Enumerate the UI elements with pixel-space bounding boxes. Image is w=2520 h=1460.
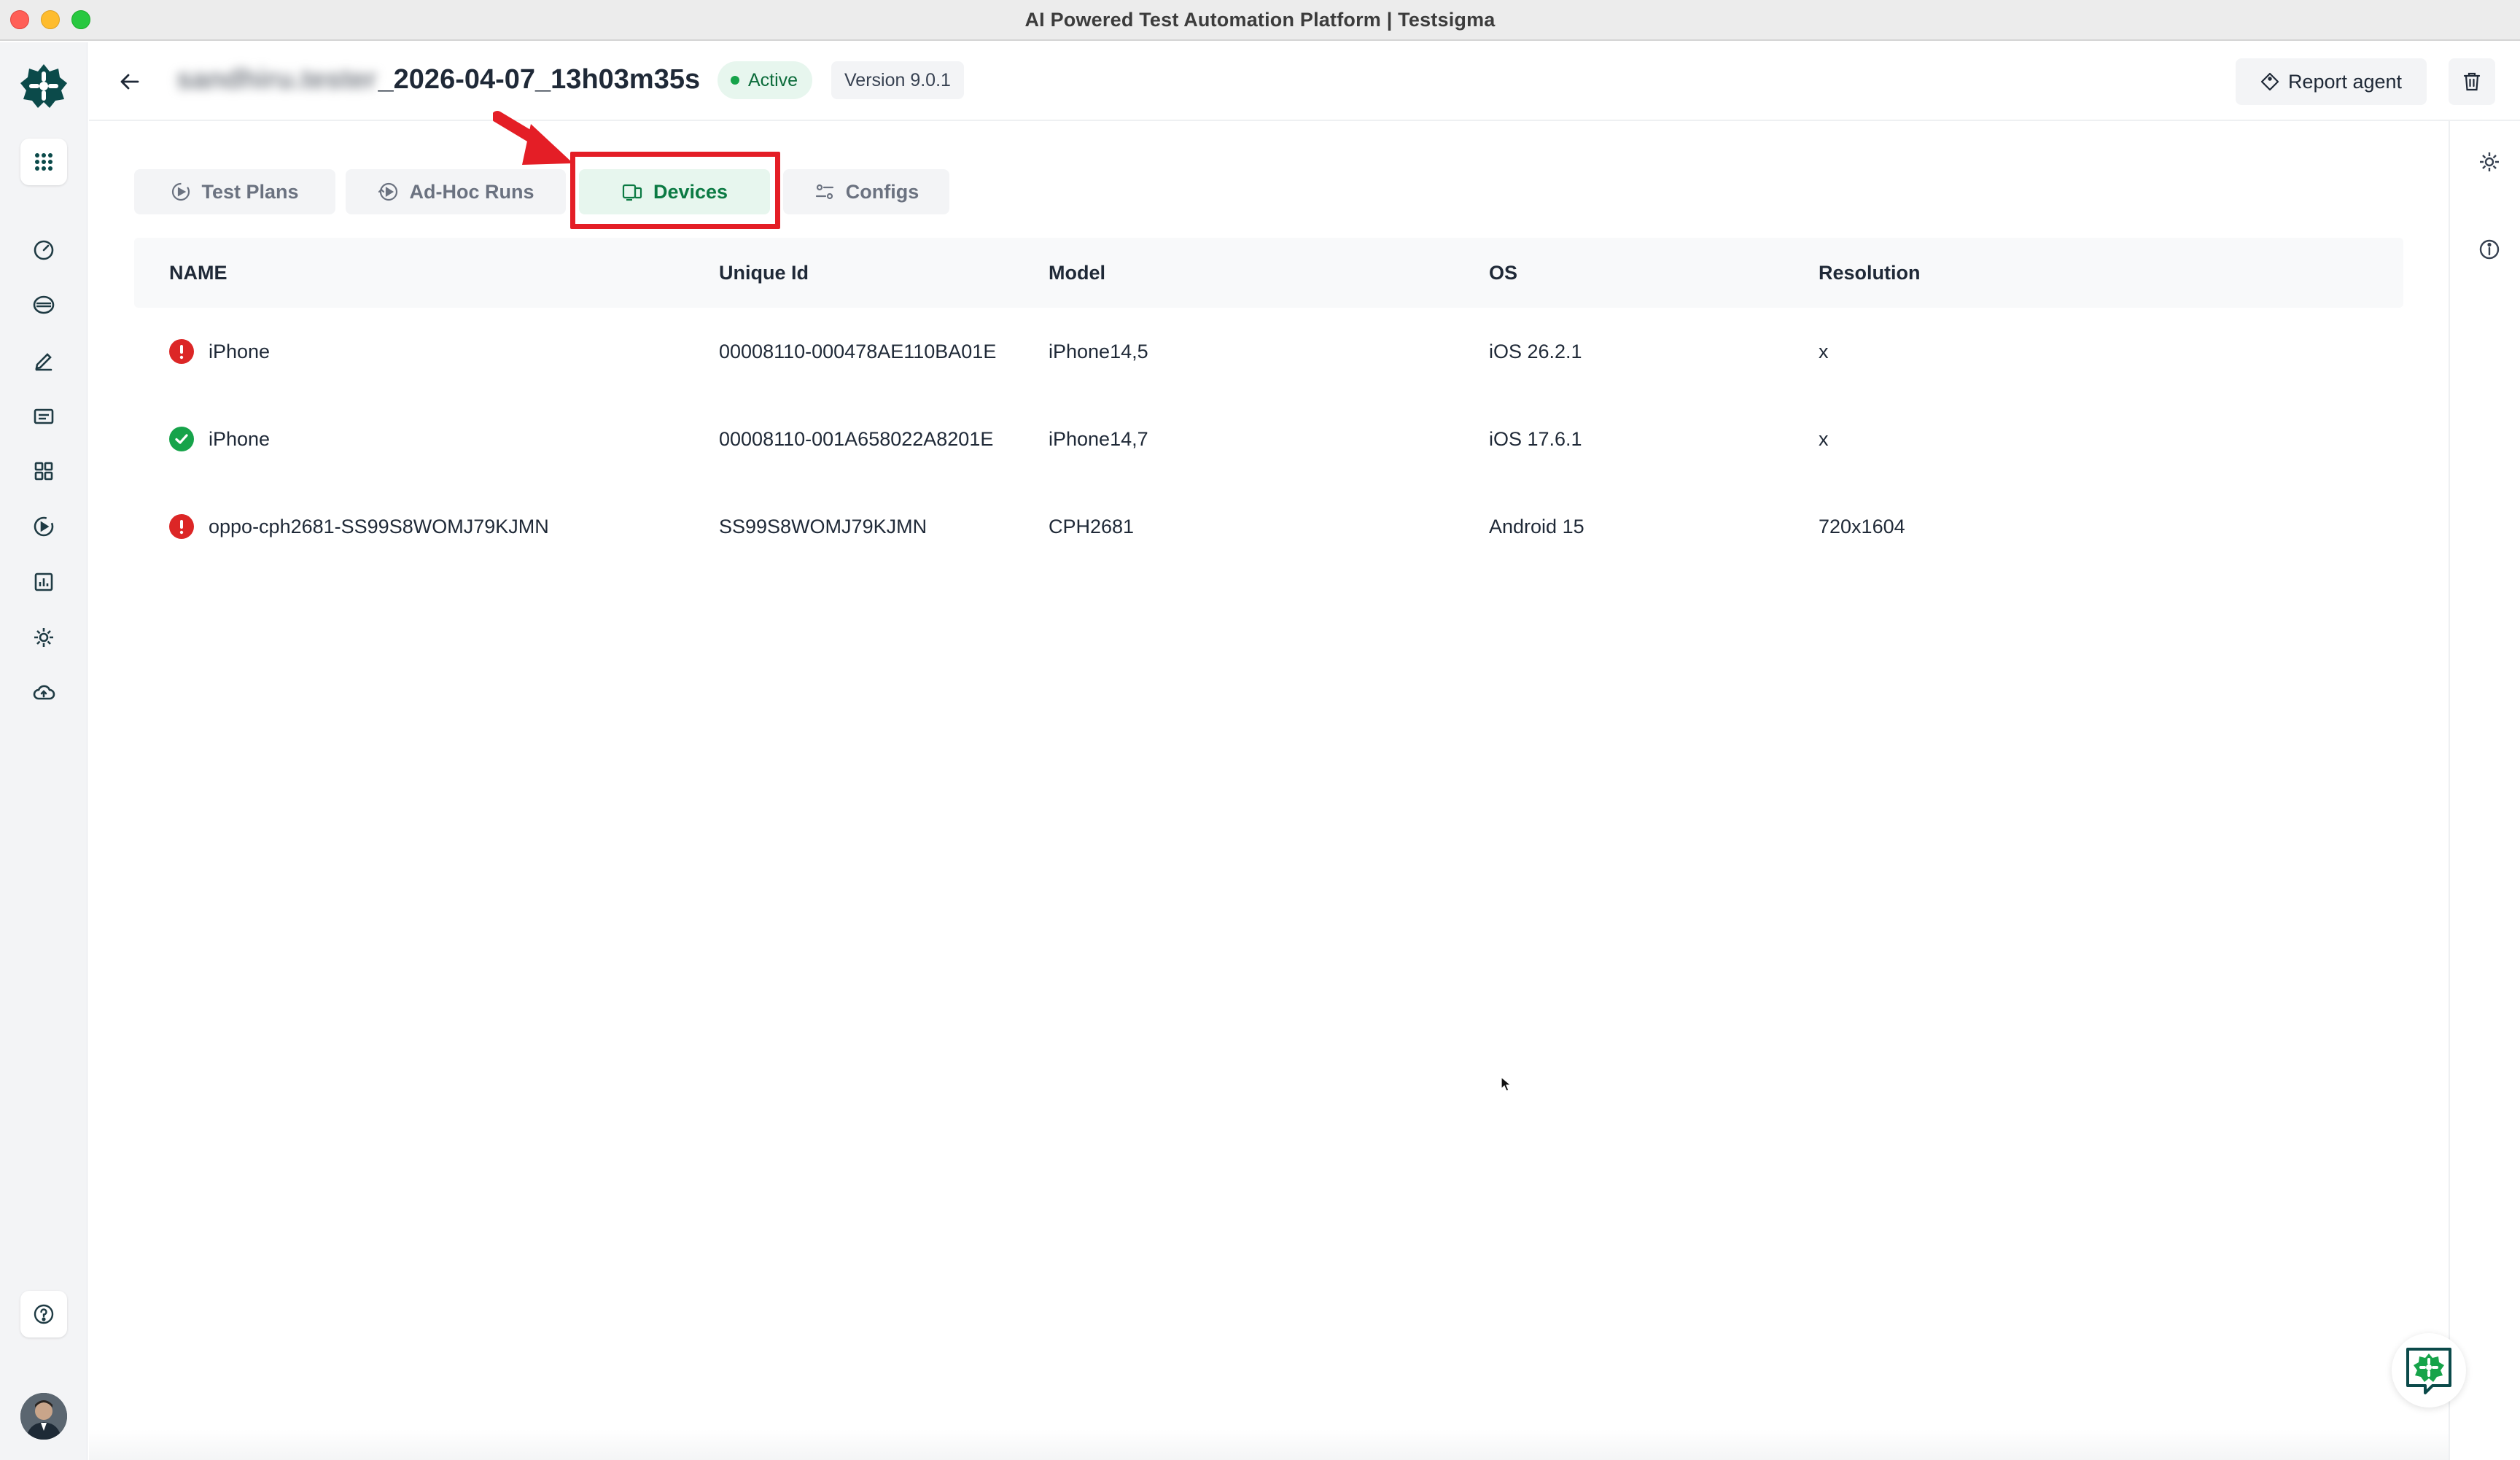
test-plans-icon — [172, 182, 190, 201]
device-unique-id: SS99S8WOMJ79KJMN — [719, 515, 928, 537]
window-controls — [10, 10, 90, 29]
status-badge-label: Active — [748, 69, 798, 90]
nav-create-tests[interactable] — [25, 341, 63, 379]
tab-adhoc-runs-label: Ad-Hoc Runs — [409, 180, 534, 203]
help-button[interactable] — [20, 1291, 67, 1337]
tab-configs[interactable]: Configs — [783, 169, 949, 214]
nav-test-cases[interactable] — [25, 397, 63, 435]
folder-icon — [34, 408, 54, 424]
column-header-unique-id[interactable]: Unique Id — [719, 238, 809, 308]
table-row[interactable]: iPhone 00008110-000478AE110BA01E iPhone1… — [134, 308, 2403, 395]
version-badge: Version 9.0.1 — [831, 61, 964, 99]
device-name: iPhone — [209, 340, 271, 362]
column-header-name[interactable]: NAME — [169, 238, 228, 308]
bar-chart-icon — [34, 572, 53, 591]
device-name: oppo-cph2681-SS99S8WOMJ79KJMN — [209, 515, 549, 537]
close-window-button[interactable] — [10, 10, 29, 29]
tab-configs-label: Configs — [845, 180, 919, 203]
device-name-cell: iPhone — [169, 308, 270, 395]
device-unique-id: 00008110-001A658022A8201E — [719, 427, 994, 450]
report-agent-button[interactable]: Report agent — [2236, 58, 2427, 105]
chat-bot-icon — [2406, 1348, 2451, 1394]
device-model: iPhone14,7 — [1049, 427, 1148, 450]
apps-grid-button[interactable] — [20, 139, 67, 185]
nav-settings[interactable] — [25, 618, 63, 656]
device-name-cell: iPhone — [169, 395, 270, 483]
device-model: iPhone14,5 — [1049, 340, 1148, 362]
info-circle-icon — [2479, 239, 2500, 260]
gauge-icon — [34, 240, 54, 260]
zoom-window-button[interactable] — [71, 10, 90, 29]
adhoc-runs-icon — [378, 182, 397, 201]
grid-squares-icon — [34, 462, 53, 481]
nav-cloud-uploads[interactable] — [25, 674, 63, 712]
pencil-icon — [35, 353, 52, 371]
trash-icon — [2463, 72, 2481, 91]
mouse-cursor-icon — [1501, 1076, 1512, 1092]
robot-eye-icon — [33, 295, 55, 314]
device-os: iOS 17.6.1 — [1489, 427, 1582, 450]
arrow-left-icon — [120, 74, 139, 90]
nav-reports[interactable] — [25, 563, 63, 601]
nav-dashboard[interactable] — [25, 230, 63, 268]
devices-table: NAME Unique Id Model OS Resolution iPhon… — [134, 238, 2403, 570]
device-os: Android 15 — [1489, 515, 1584, 537]
nav-runs[interactable] — [25, 508, 63, 545]
gear-icon — [2480, 152, 2499, 171]
column-header-resolution[interactable]: Resolution — [1819, 238, 1921, 308]
grid-dots-icon — [35, 153, 52, 171]
nav-modules[interactable] — [25, 452, 63, 490]
window-title: AI Powered Test Automation Platform | Te… — [1024, 8, 1496, 31]
bottom-edge-shade — [89, 1429, 2449, 1460]
status-badge: Active — [718, 61, 813, 99]
chat-support-button[interactable] — [2392, 1333, 2466, 1407]
report-agent-label: Report agent — [2287, 70, 2403, 93]
table-row[interactable]: iPhone 00008110-001A658022A8201E iPhone1… — [134, 395, 2403, 483]
cloud-upload-icon — [33, 685, 55, 700]
window-titlebar: AI Powered Test Automation Platform | Te… — [0, 0, 2520, 41]
device-unique-id: 00008110-000478AE110BA01E — [719, 340, 997, 362]
check-status-icon — [169, 427, 194, 451]
user-avatar[interactable] — [20, 1393, 67, 1440]
tab-test-plans-label: Test Plans — [201, 180, 299, 203]
device-resolution: x — [1819, 340, 1829, 362]
testsigma-logo-icon[interactable] — [19, 61, 69, 111]
device-os: iOS 26.2.1 — [1489, 340, 1582, 362]
configs-icon — [815, 184, 833, 200]
question-circle-icon — [34, 1304, 54, 1324]
column-header-os[interactable]: OS — [1489, 238, 1517, 308]
back-button[interactable] — [111, 63, 149, 101]
redacted-title-prefix: sandhiru.tester — [176, 64, 377, 95]
pointer-arrow-icon — [493, 111, 573, 165]
nav-ai-agents[interactable] — [25, 286, 63, 324]
table-row[interactable]: oppo-cph2681-SS99S8WOMJ79KJMN SS99S8WOMJ… — [134, 483, 2403, 570]
status-dot-icon — [731, 76, 739, 85]
error-status-icon — [169, 514, 194, 539]
column-header-model[interactable]: Model — [1049, 238, 1105, 308]
page-header: sandhiru.tester _2026-04-07_13h03m35s Ac… — [89, 42, 2520, 121]
error-status-icon — [169, 339, 194, 364]
page-title-suffix: _2026-04-07_13h03m35s — [378, 64, 701, 95]
minimize-window-button[interactable] — [41, 10, 60, 29]
rail-settings-button[interactable] — [2475, 147, 2504, 176]
tab-test-plans[interactable]: Test Plans — [134, 169, 335, 214]
tag-icon — [2260, 72, 2279, 91]
delete-button[interactable] — [2449, 58, 2495, 105]
left-navigation — [0, 42, 88, 1460]
rail-info-button[interactable] — [2475, 235, 2504, 264]
device-name: iPhone — [209, 427, 271, 450]
devices-tab-highlight-box — [570, 152, 780, 229]
play-circle-icon — [34, 516, 54, 537]
device-resolution: x — [1819, 427, 1829, 450]
gear-icon — [34, 628, 53, 647]
page-title: sandhiru.tester _2026-04-07_13h03m35s — [176, 64, 700, 96]
table-header: NAME Unique Id Model OS Resolution — [134, 238, 2403, 308]
device-model: CPH2681 — [1049, 515, 1135, 537]
device-resolution: 720x1604 — [1819, 515, 1905, 537]
device-name-cell: oppo-cph2681-SS99S8WOMJ79KJMN — [169, 483, 549, 570]
right-rail — [2449, 121, 2520, 1460]
